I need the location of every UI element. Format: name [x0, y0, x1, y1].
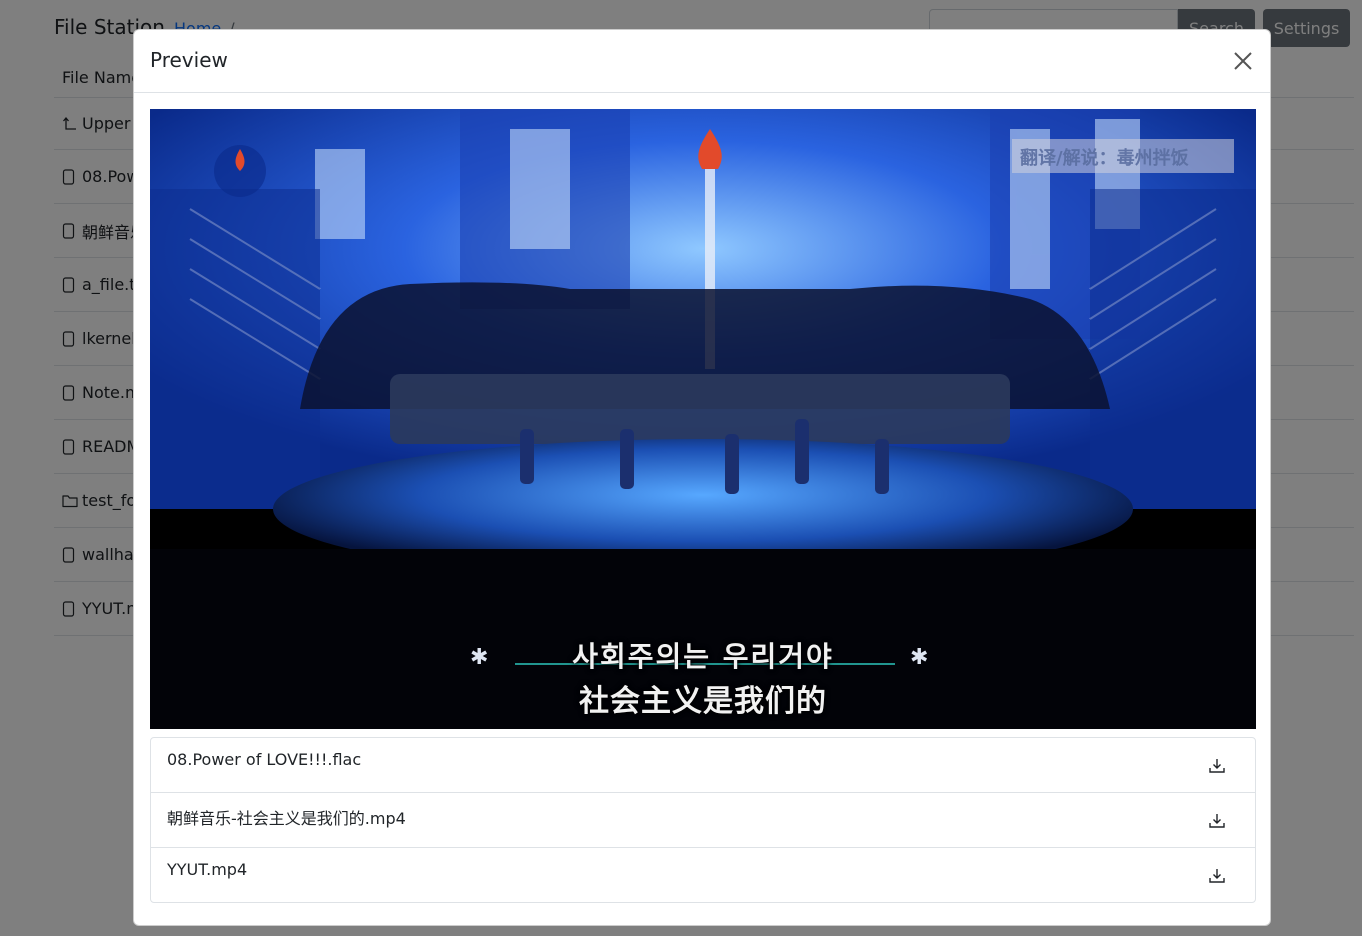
modal-title: Preview [150, 48, 228, 72]
preview-modal: Preview ✱ ✱ 翻译/解说：毒州拌饭 사회주의는 우리거야 社会主义是我… [133, 29, 1271, 926]
preview-file-name: 08.Power of LOVE!!!.flac [167, 750, 362, 769]
close-button[interactable] [1230, 48, 1256, 74]
download-button[interactable] [1207, 866, 1227, 886]
download-button[interactable] [1207, 756, 1227, 776]
subtitle-chinese: 社会主义是我们的 [579, 684, 827, 719]
list-item[interactable]: 08.Power of LOVE!!!.flac [151, 738, 1255, 793]
download-icon [1209, 759, 1225, 773]
modal-header: Preview [134, 30, 1270, 93]
close-icon [1234, 52, 1252, 70]
download-icon [1209, 814, 1225, 828]
download-button[interactable] [1207, 811, 1227, 831]
list-item[interactable]: YYUT.mp4 [151, 848, 1255, 902]
list-item[interactable]: 朝鲜音乐-社会主义是我们的.mp4 [151, 793, 1255, 848]
video-watermark: 翻译/解说：毒州拌饭 [1012, 139, 1234, 173]
video-player[interactable]: ✱ ✱ 翻译/解说：毒州拌饭 사회주의는 우리거야 社会主义是我们的 [150, 109, 1256, 729]
preview-file-name: YYUT.mp4 [167, 860, 248, 879]
subtitle-korean: 사회주의는 우리거야 [572, 640, 834, 673]
download-icon [1209, 869, 1225, 883]
preview-file-list: 08.Power of LOVE!!!.flac 朝鲜音乐-社会主义是我们的.m… [150, 737, 1256, 903]
preview-file-name: 朝鲜音乐-社会主义是我们的.mp4 [167, 809, 406, 828]
